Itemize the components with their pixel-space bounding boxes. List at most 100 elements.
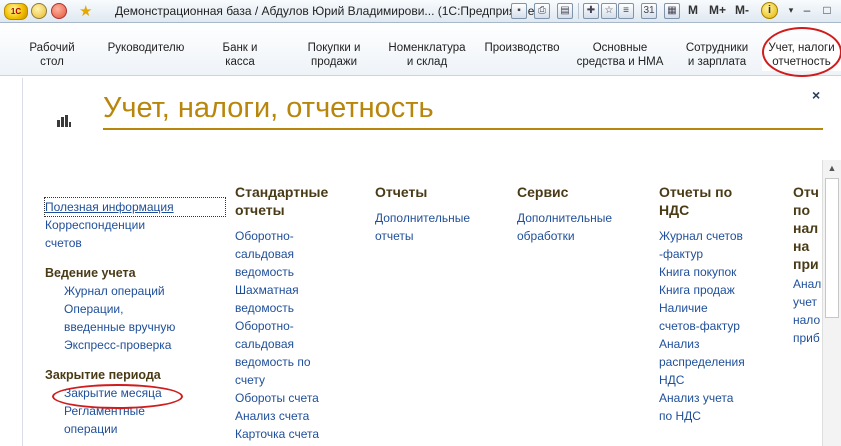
column-service: Сервис Дополнительные обработки <box>517 183 647 245</box>
minimize-icon[interactable]: – <box>800 3 814 17</box>
section-label: касса <box>225 56 255 68</box>
section-manager[interactable]: Руководителю <box>102 41 190 71</box>
link-osv-cont[interactable]: сальдовая <box>235 245 365 263</box>
title-underline <box>103 128 823 130</box>
app-logo-icon[interactable]: 1С <box>4 3 28 20</box>
scroll-up-icon[interactable]: ▲ <box>823 160 841 176</box>
section-label: Покупки и <box>307 42 361 54</box>
memory-plus-button[interactable]: M+ <box>709 3 726 17</box>
section-bank-cash[interactable]: Банк и касса <box>212 41 268 71</box>
link-chess[interactable]: Шахматная <box>235 281 365 299</box>
link-useful-info[interactable]: Полезная информация <box>44 197 226 217</box>
maximize-icon[interactable]: □ <box>820 3 834 17</box>
save-icon[interactable]: ▪ <box>511 3 527 19</box>
column-vat-reports: Отчеты по НДС Журнал счетов -фактур Книг… <box>659 183 779 425</box>
link-invoice-journal-cont[interactable]: -фактур <box>659 245 779 263</box>
link-sales-book[interactable]: Книга продаж <box>659 281 779 299</box>
link-additional-reports-cont[interactable]: отчеты <box>375 227 505 245</box>
preview-icon[interactable]: ▤ <box>557 3 573 19</box>
link-express-check[interactable]: Экспресс-проверка <box>45 336 225 354</box>
list-icon[interactable]: ≡ <box>618 3 634 19</box>
section-label: и зарплата <box>687 56 747 68</box>
column-head-profit-cont4: при <box>793 256 819 272</box>
link-profit-analysis-cont2[interactable]: нало <box>793 311 821 329</box>
section-label: Руководителю <box>107 42 185 54</box>
memory-minus-button[interactable]: M- <box>735 3 749 17</box>
column-head-reports: Отчеты <box>375 184 428 200</box>
link-account-card[interactable]: Карточка счета <box>235 425 365 443</box>
link-invoice-journal[interactable]: Журнал счетов <box>659 227 779 245</box>
link-osv[interactable]: Оборотно- <box>235 227 365 245</box>
close-icon[interactable]: × <box>812 87 820 103</box>
group-period-closing: Закрытие периода <box>45 368 161 382</box>
column-head-service: Сервис <box>517 184 569 200</box>
window-title-bar: 1С ★ Демонстрационная база / Абдулов Юри… <box>0 0 841 23</box>
link-chess-cont[interactable]: ведомость <box>235 299 365 317</box>
column-head-profit-cont3: на <box>793 238 810 254</box>
link-invoice-availability[interactable]: Наличие <box>659 299 779 317</box>
favorites-star-icon[interactable]: ★ <box>79 2 92 20</box>
info-dropdown-icon[interactable]: ▾ <box>784 3 798 17</box>
link-vat-analysis[interactable]: Анализ учета <box>659 389 779 407</box>
column-head-standard: Стандартные <box>235 184 329 200</box>
section-staff-salary[interactable]: Сотрудники и зарплата <box>682 41 752 71</box>
section-desktop[interactable]: Рабочий стол <box>22 41 82 71</box>
section-label: Рабочий <box>29 42 75 54</box>
calendar-icon[interactable]: 31 <box>641 3 657 19</box>
link-profit-analysis-cont3[interactable]: приб <box>793 329 821 347</box>
section-nomenclature-warehouse[interactable]: Номенклатура и склад <box>386 41 468 71</box>
section-fixed-assets[interactable]: Основные средства и НМА <box>573 41 667 71</box>
scroll-thumb[interactable] <box>825 178 839 318</box>
link-journal-operations[interactable]: Журнал операций <box>45 282 225 300</box>
column-reports: Отчеты Дополнительные отчеты <box>375 183 505 245</box>
link-correspondence-cont[interactable]: счетов <box>45 234 225 252</box>
link-vat-distribution-cont[interactable]: распределения <box>659 353 779 371</box>
link-osv-account-cont2[interactable]: ведомость по <box>235 353 365 371</box>
link-additional-reports[interactable]: Дополнительные <box>375 209 505 227</box>
section-label: стол <box>40 56 64 68</box>
window-title: Демонстрационная база / Абдулов Юрий Вла… <box>115 4 539 18</box>
highlight-circle-section <box>762 27 841 77</box>
section-label: Банк и <box>222 42 258 54</box>
link-vat-analysis-cont[interactable]: по НДС <box>659 407 779 425</box>
link-osv-cont2[interactable]: ведомость <box>235 263 365 281</box>
link-osv-account-cont[interactable]: сальдовая <box>235 335 365 353</box>
link-vat-distribution-cont2[interactable]: НДС <box>659 371 779 389</box>
link-invoice-availability-cont[interactable]: счетов-фактур <box>659 317 779 335</box>
memory-button[interactable]: M <box>688 3 698 17</box>
section-production[interactable]: Производство <box>482 41 562 71</box>
section-label: Сотрудники <box>685 42 749 54</box>
column-head-profit-cont2: нал <box>793 220 819 236</box>
link-profit-analysis-cont[interactable]: учет <box>793 293 821 311</box>
add-favorite-icon[interactable]: ✚ <box>583 3 599 19</box>
link-correspondence[interactable]: Корреспонденции <box>45 216 225 234</box>
highlight-circle-month-closing <box>52 384 183 409</box>
link-account-analysis[interactable]: Анализ счета <box>235 407 365 425</box>
link-regular-operations-cont[interactable]: операции <box>45 420 225 438</box>
link-additional-processing-cont[interactable]: обработки <box>517 227 647 245</box>
section-purchases-sales[interactable]: Покупки и продажи <box>296 41 372 71</box>
link-purchase-book[interactable]: Книга покупок <box>659 263 779 281</box>
back-icon[interactable] <box>51 3 67 19</box>
print-icon[interactable]: ⎙ <box>534 3 550 19</box>
link-profit-analysis[interactable]: Анал <box>793 275 821 293</box>
column-head-profit-cont: по <box>793 202 811 218</box>
link-account-turnover[interactable]: Обороты счета <box>235 389 365 407</box>
main-menu-icon[interactable] <box>31 3 47 19</box>
vertical-scrollbar[interactable]: ▲ <box>822 160 841 446</box>
link-manual-operations[interactable]: Операции, <box>45 300 225 318</box>
section-label: продажи <box>311 56 357 68</box>
link-osv-account[interactable]: Оборотно- <box>235 317 365 335</box>
column-profit-tax-reports: Отч по нал на при Анал учет нало приб <box>793 183 821 363</box>
section-label: и склад <box>406 56 448 68</box>
link-manual-operations-cont[interactable]: введенные вручную <box>45 318 225 336</box>
link-vat-distribution[interactable]: Анализ <box>659 335 779 353</box>
section-label: средства и НМА <box>576 56 664 68</box>
calculator-icon[interactable]: ▦ <box>664 3 680 19</box>
link-osv-account-cont3[interactable]: счету <box>235 371 365 389</box>
column-head-profit: Отч <box>793 184 819 200</box>
history-icon[interactable]: ☆ <box>601 3 617 19</box>
link-additional-processing[interactable]: Дополнительные <box>517 209 647 227</box>
column-head-vat: Отчеты по <box>659 184 733 200</box>
info-icon[interactable]: i <box>761 2 778 19</box>
